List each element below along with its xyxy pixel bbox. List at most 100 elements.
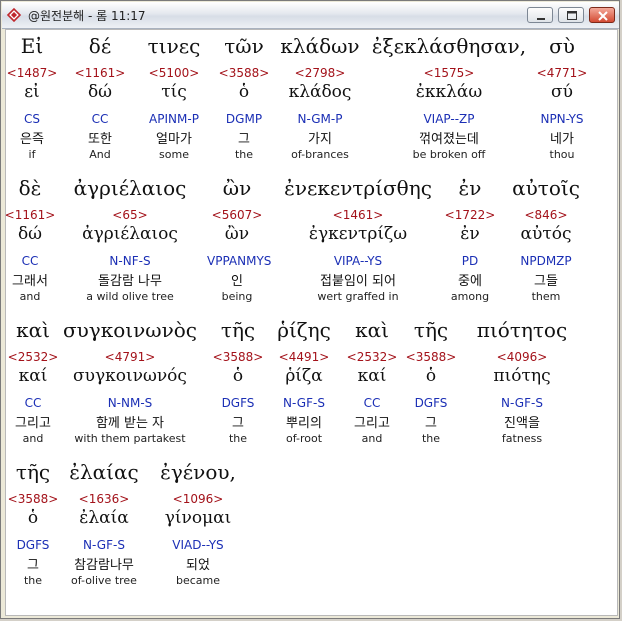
close-button[interactable]	[589, 7, 615, 23]
greek-word: πιότητος	[476, 318, 568, 342]
word-cell[interactable]: δὲ <1161> δώ CC 그래서 and	[0, 172, 60, 312]
parsing-code: PD	[461, 254, 479, 268]
word-cell[interactable]: τῆς <3588> ὁ DGFS 그 the	[3, 456, 63, 596]
word-cell[interactable]: σὺ <4771> σύ NPN-YS 네가 thou	[532, 30, 592, 170]
strong-number: <3588>	[212, 350, 264, 364]
strong-number: <5100>	[148, 66, 200, 80]
lemma: ἐλαία	[79, 508, 129, 528]
word-cell[interactable]: ἐν <1722> ἐν PD 중에 among	[440, 172, 500, 312]
word-cell[interactable]: τῆς <3588> ὁ DGFS 그 the	[401, 314, 461, 454]
strong-number: <1575>	[423, 66, 475, 80]
word-cell[interactable]: τῆς <3588> ὁ DGFS 그 the	[208, 314, 268, 454]
lemma: ἐν	[460, 224, 480, 244]
word-cell[interactable]: ἀγριέλαιος <65> ἀγριέλαιος N-NF-S 돌감람 나무 a wi…	[60, 172, 200, 312]
korean-gloss: 그들	[534, 274, 558, 289]
korean-gloss: 뿌리의	[286, 416, 322, 431]
word-cell[interactable]: ἐλαίας <1636> ἐλαία N-GF-S 참감람나무 of-olive tre…	[56, 456, 153, 596]
word-cell[interactable]: ἐγένου, <1096> γίνομαι VIAD--YS 되었 became	[148, 456, 249, 596]
parsing-code: DGFS	[16, 538, 50, 552]
strong-number: <4096>	[496, 350, 548, 364]
strong-number: <3588>	[7, 492, 59, 506]
english-gloss: them	[531, 290, 561, 303]
word-cell[interactable]: Εἰ <1487> εἰ CS 은즉 if	[2, 30, 62, 170]
word-cell[interactable]: ἐνεκεντρίσθης <1461> ἐγκεντρίζω VIPA--YS 접붙임…	[269, 172, 448, 312]
korean-gloss: 그	[232, 416, 244, 431]
greek-word: συγκοινωνὸς	[62, 318, 197, 342]
word-cell[interactable]: κλάδων <2798> κλάδος N-GM-P 가지 of-brances	[276, 30, 364, 170]
english-gloss: fatness	[501, 432, 543, 445]
english-gloss: the	[234, 148, 254, 161]
word-cell[interactable]: ῥίζης <4491> ῥίζα N-GF-S 뿌리의 of-root	[267, 314, 342, 454]
greek-word: Εἰ	[20, 34, 44, 58]
strong-number: <4491>	[278, 350, 330, 364]
lemma: γίνομαι	[164, 508, 232, 528]
word-cell[interactable]: τινες <5100> τίς APINM-P 얼마가 some	[137, 30, 212, 170]
lemma: ὁ	[425, 366, 437, 386]
greek-word: τῆς	[220, 318, 256, 342]
english-gloss: and	[19, 290, 41, 303]
parsing-code: CC	[363, 396, 381, 410]
app-window: @원전분해 - 롬 11:17 Εἰ <1487> εἰ CS 은즉 if δέ <1161>…	[0, 0, 620, 619]
english-gloss: of-olive tree	[71, 574, 137, 587]
strong-number: <4771>	[536, 66, 588, 80]
lemma: ὁ	[232, 366, 244, 386]
english-gloss: a wild olive tree	[86, 290, 174, 303]
parsing-code: DGFS	[221, 396, 255, 410]
word-cell[interactable]: συγκοινωνὸς <4791> συγκοινωνός N-NM-S 함께 받는 …	[54, 314, 207, 454]
maximize-button[interactable]	[558, 7, 584, 23]
greek-word: τινες	[147, 34, 201, 58]
korean-gloss: 그	[27, 558, 39, 573]
parsing-code: CC	[21, 254, 39, 268]
strong-number: <1487>	[6, 66, 58, 80]
korean-gloss: 되었	[186, 558, 210, 573]
parsing-code: VIAP--ZP	[423, 112, 475, 126]
greek-word: τῆς	[413, 318, 449, 342]
strong-number: <846>	[524, 208, 568, 222]
korean-gloss: 참감람나무	[74, 558, 134, 573]
window-title: @원전분해 - 롬 11:17	[28, 9, 146, 23]
greek-word: καὶ	[355, 318, 389, 342]
strong-number: <1096>	[172, 492, 224, 506]
word-cell[interactable]: πιότητος <4096> πιότης N-GF-S 진액을 fatness	[465, 314, 579, 454]
lemma: σύ	[551, 82, 573, 102]
korean-gloss: 은즉	[20, 132, 44, 147]
word-cell[interactable]: αὐτοῖς <846> αὐτός NPDMZP 그들 them	[502, 172, 590, 312]
greek-word: τῶν	[224, 34, 264, 58]
word-cell[interactable]: ἐξεκλάσθησαν, <1575> ἐκκλάω VIAP--ZP 꺾여졌는데 be…	[360, 30, 539, 170]
korean-gloss: 또한	[88, 132, 112, 147]
english-gloss: became	[175, 574, 221, 587]
lemma: εἰ	[24, 82, 40, 102]
lemma: ἐγκεντρίζω	[308, 224, 408, 244]
close-icon	[598, 11, 608, 21]
minimize-button[interactable]	[527, 7, 553, 23]
parsing-code: APINM-P	[149, 112, 199, 126]
english-gloss: thou	[549, 148, 575, 161]
greek-word: ὢν	[222, 176, 252, 200]
strong-number: <5607>	[211, 208, 263, 222]
english-gloss: being	[221, 290, 253, 303]
korean-gloss: 그래서	[12, 274, 48, 289]
korean-gloss: 중에	[458, 274, 482, 289]
strong-number: <1722>	[444, 208, 496, 222]
strong-number: <2532>	[346, 350, 398, 364]
korean-gloss: 돌감람 나무	[98, 274, 162, 289]
english-gloss: and	[361, 432, 383, 445]
greek-word: ἐξεκλάσθησαν,	[371, 34, 527, 58]
word-cell[interactable]: ὢν <5607> ὢν VPPANMYS 인 being	[207, 172, 271, 312]
strong-number: <3588>	[405, 350, 457, 364]
parsing-code: NPN-YS	[540, 112, 584, 126]
greek-word: ἐν	[458, 176, 482, 200]
word-cell[interactable]: καὶ <2532> καί CC 그리고 and	[342, 314, 402, 454]
word-cell[interactable]: τῶν <3588> ὁ DGMP 그 the	[214, 30, 274, 170]
strong-number: <1161>	[4, 208, 56, 222]
greek-word: δὲ	[18, 176, 42, 200]
greek-word: ἐνεκεντρίσθης	[284, 176, 432, 200]
korean-gloss: 진액을	[504, 416, 540, 431]
maximize-icon	[567, 11, 577, 20]
lemma: δώ	[87, 82, 113, 102]
word-cell[interactable]: δέ <1161> δώ CC 또한 And	[70, 30, 130, 170]
lemma: ἀγριέλαιος	[82, 224, 178, 244]
korean-gloss: 인	[231, 274, 243, 289]
strong-number: <4791>	[104, 350, 156, 364]
title-bar[interactable]: @원전분해 - 롬 11:17	[2, 2, 619, 29]
